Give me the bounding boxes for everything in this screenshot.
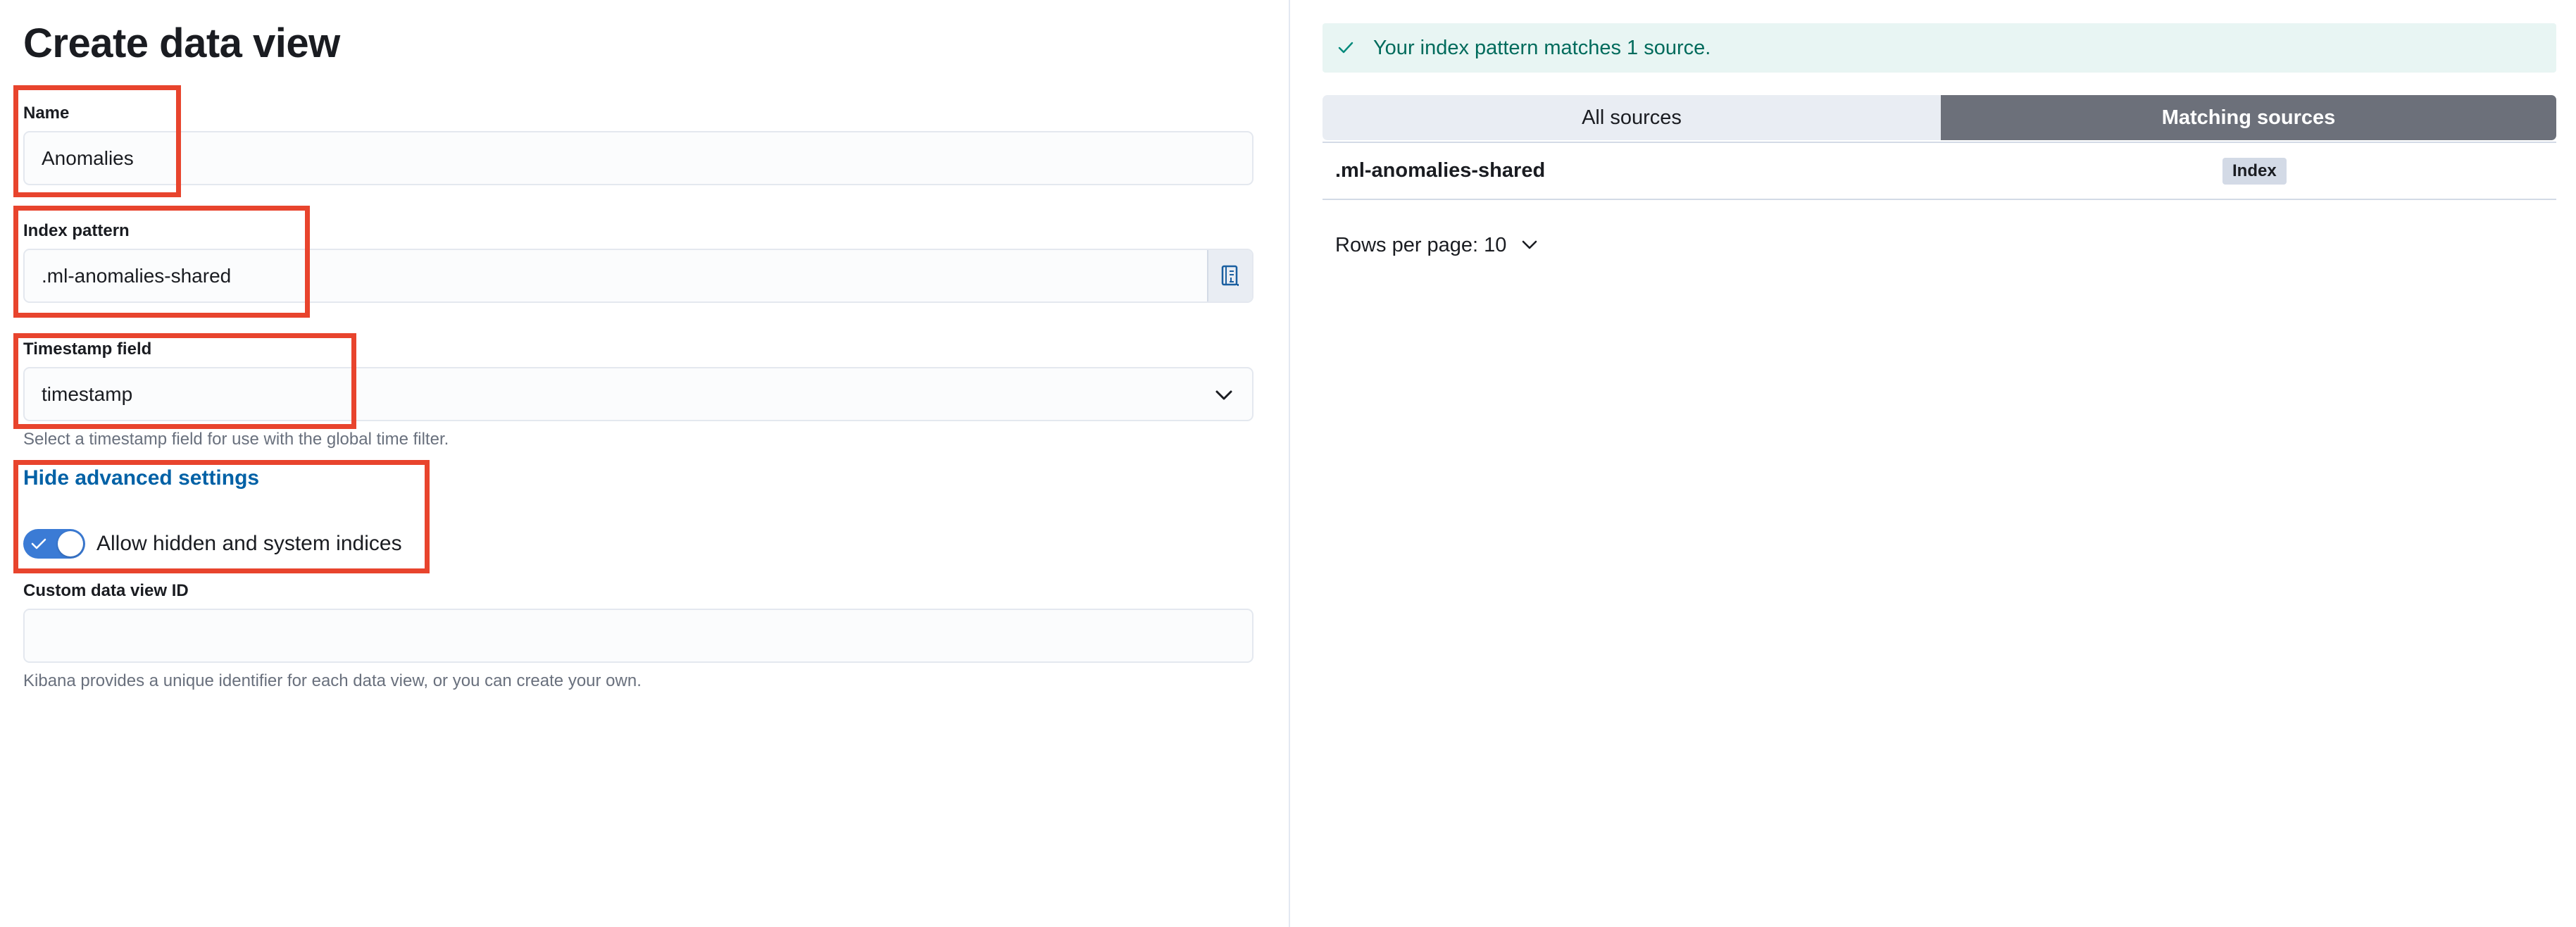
index-mapping-icon [1221,265,1239,286]
index-pattern-help-button[interactable] [1207,250,1252,301]
name-input[interactable]: Anomalies [23,131,1253,185]
match-success-callout: Your index pattern matches 1 source. [1323,23,2556,73]
check-icon [1338,42,1353,54]
highlight-index-pattern [13,206,310,318]
data-view-form: Create data view Name Anomalies Index pa… [0,0,1289,927]
source-name: .ml-anomalies-shared [1335,159,1546,182]
callout-text: Your index pattern matches 1 source. [1373,37,1711,59]
source-type-badge: Index [2222,158,2287,185]
table-divider [1323,142,2556,143]
custom-id-help-text: Kibana provides a unique identifier for … [23,671,642,690]
sources-button-group: All sources Matching sources [1323,95,2556,140]
custom-data-view-id-input[interactable] [23,609,1253,663]
tab-matching-sources[interactable]: Matching sources [1941,95,2556,140]
timestamp-help-text: Select a timestamp field for use with th… [23,430,449,449]
custom-data-view-id-label: Custom data view ID [23,581,189,600]
rows-per-page-button[interactable]: Rows per page: 10 [1335,229,1539,261]
create-data-view-page: Create data view Name Anomalies Index pa… [0,0,2576,927]
table-divider [1323,199,2556,200]
highlight-timestamp-field [13,333,356,429]
page-title: Create data view [23,20,340,66]
chevron-down-icon [1215,390,1232,400]
highlight-name-field [13,85,181,197]
rows-per-page-label: Rows per page: 10 [1335,234,1507,256]
chevron-down-icon [1523,240,1537,249]
highlight-advanced-settings [13,460,430,573]
panel-divider [1289,0,1290,927]
tab-all-sources[interactable]: All sources [1323,95,1941,140]
